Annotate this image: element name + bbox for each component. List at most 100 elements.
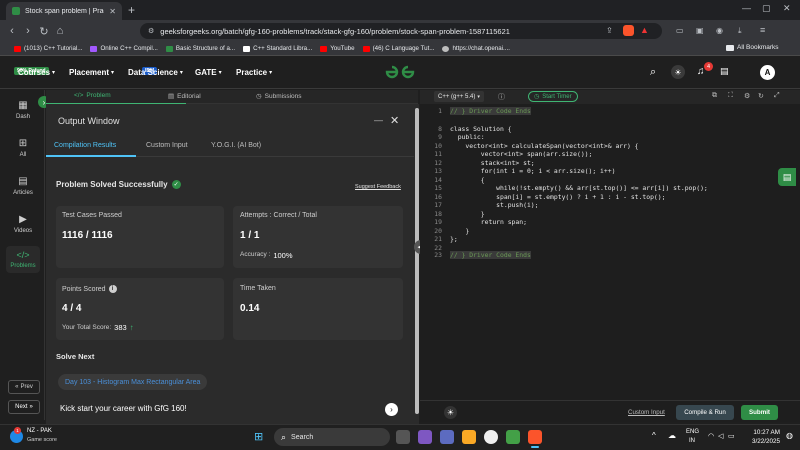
submit-button[interactable]: Submit <box>741 405 778 420</box>
language-indicator[interactable]: ENG <box>686 429 699 435</box>
nav-gate[interactable]: GATE ▾ <box>195 68 222 77</box>
tab-problem[interactable]: </> Problem <box>74 92 111 99</box>
arrow-up-icon: ↑ <box>129 323 134 332</box>
reset-icon[interactable]: ↻ <box>758 92 764 100</box>
bookmark-item[interactable]: Online C++ Compil... <box>90 45 158 52</box>
menu-icon[interactable]: ≡ <box>760 25 765 35</box>
tab-submissions[interactable]: ◷ Submissions <box>256 92 302 101</box>
bookmark-item[interactable]: YouTube <box>320 45 355 52</box>
code-line[interactable]: 11 vector<int> span(arr.size()); <box>426 150 592 159</box>
brave-shield-icon[interactable] <box>623 25 634 36</box>
language-select[interactable]: C++ (g++ 5.4) ▾ <box>434 91 484 102</box>
close-icon[interactable]: ✕ <box>109 7 116 16</box>
copy-icon[interactable]: ⧉ <box>712 92 717 100</box>
code-line[interactable]: 13 for(int i = 0; i < arr.size(); i++) <box>426 167 615 176</box>
browser-tab[interactable]: Stock span problem | Practice | ✕ <box>6 2 122 20</box>
chevron-right-icon[interactable]: › <box>385 403 398 416</box>
sidebar-item-articles[interactable]: ▤ Articles <box>6 176 40 196</box>
code-line[interactable]: 17 st.push(i); <box>426 201 538 210</box>
teams-icon[interactable] <box>440 430 454 444</box>
expand-icon[interactable]: ⤢ <box>774 92 780 100</box>
suggest-feedback-link[interactable]: Suggest Feedback <box>355 184 401 190</box>
fullscreen-icon[interactable]: ⛶ <box>728 92 733 100</box>
notification-bell-icon[interactable]: ◍ <box>786 431 793 440</box>
task-view-icon[interactable] <box>396 430 410 444</box>
tab-yogi-ai-bot[interactable]: Y.O.G.I. (AI Bot) <box>211 142 261 149</box>
compile-run-button[interactable]: Compile & Run <box>676 405 734 420</box>
code-line[interactable]: 23 // } Driver Code Ends <box>426 251 531 260</box>
avatar[interactable]: A <box>760 65 775 80</box>
chat-icon[interactable]: ▤ <box>778 168 796 186</box>
close-icon[interactable]: ✕ <box>390 114 399 127</box>
bookmark-item[interactable]: Basic Structure of a... <box>165 45 235 52</box>
home-icon[interactable]: ⌂ <box>52 25 68 37</box>
clock-time[interactable]: 10:27 AM <box>748 429 780 436</box>
vpn-icon[interactable]: ◉ <box>716 26 723 35</box>
nav-data-science[interactable]: Data Science ▾ <box>128 68 183 77</box>
sidebar-toggle-icon[interactable]: ▭ <box>676 26 684 35</box>
copilot-icon[interactable] <box>418 430 432 444</box>
gfg-logo-icon[interactable] <box>384 64 416 80</box>
nav-placement[interactable]: Placement ▾ <box>69 68 114 77</box>
sidebar-item-dash[interactable]: ▦ Dash <box>6 100 40 120</box>
next-button[interactable]: Next» <box>8 400 40 414</box>
volume-icon[interactable]: ◁ <box>718 432 723 440</box>
code-line[interactable]: 21}; <box>426 235 457 244</box>
code-line[interactable]: 19 return span; <box>426 218 527 227</box>
info-icon[interactable]: ⓘ <box>498 92 505 102</box>
code-line[interactable]: 1 // } Driver Code Ends <box>426 107 531 116</box>
brave-rewards-icon[interactable]: ▲ <box>640 25 649 35</box>
bookmark-item[interactable]: C++ Standard Libra... <box>243 45 312 52</box>
back-icon[interactable]: ‹ <box>4 25 20 37</box>
url-bar[interactable]: ⚙ geeksforgeeks.org/batch/gfg-160-proble… <box>140 23 662 39</box>
forward-icon[interactable]: › <box>20 25 36 37</box>
tab-editorial[interactable]: ▤ Editorial <box>168 92 201 101</box>
reload-icon[interactable]: ↻ <box>36 25 52 38</box>
github-icon[interactable] <box>484 430 498 444</box>
tab-custom-input[interactable]: Custom Input <box>146 142 188 149</box>
theme-toggle-icon[interactable]: ☀ <box>671 65 685 79</box>
sidebar-item-videos[interactable]: ▶ Videos <box>6 214 40 234</box>
settings-icon[interactable]: ⚙ <box>744 92 750 100</box>
sidebar-item-all[interactable]: ⊞ All <box>6 138 40 158</box>
windows-start-icon[interactable]: ⊞ <box>254 430 263 443</box>
battery-icon[interactable]: ▭ <box>728 432 735 440</box>
code-line[interactable]: 9 public: <box>426 133 485 142</box>
tab-compilation-results[interactable]: Compilation Results <box>54 142 116 149</box>
download-icon[interactable]: ⤓ <box>738 26 742 36</box>
info-icon[interactable]: i <box>108 285 117 293</box>
custom-input-link[interactable]: Custom Input <box>628 409 665 416</box>
nav-practice[interactable]: Practice ▾ <box>236 68 272 77</box>
cloud-icon[interactable]: ☁ <box>668 431 676 440</box>
bookmark-item[interactable]: https://chat.openai.... <box>442 45 510 52</box>
chevron-up-icon[interactable]: ^ <box>652 431 656 440</box>
site-info-icon[interactable]: ⚙ <box>148 27 154 35</box>
taskbar-search[interactable]: ⌕ Search <box>274 428 390 446</box>
code-line[interactable]: 15 while(!st.empty() && arr[st.top()] <=… <box>426 184 708 193</box>
nav-courses[interactable]: Courses ▾ <box>18 68 55 77</box>
maximize-icon[interactable]: ▢ <box>762 3 771 14</box>
scrollbar-thumb[interactable] <box>415 108 419 414</box>
bookmark-item[interactable]: (1013) C++ Tutorial... <box>14 45 82 52</box>
next-problem-chip[interactable]: Day 103 - Histogram Max Rectangular Area <box>58 374 208 390</box>
chevron-down-icon: ▾ <box>218 70 222 76</box>
wifi-icon[interactable]: ◠ <box>708 432 714 440</box>
code-text: // } Driver Code Ends <box>450 251 531 259</box>
search-icon[interactable]: ⌕ <box>650 66 656 79</box>
share-icon[interactable]: ⇪ <box>606 26 613 35</box>
prev-button[interactable]: «Prev <box>8 380 40 394</box>
all-bookmarks-button[interactable]: All Bookmarks <box>726 44 779 51</box>
wallet-icon[interactable]: ▣ <box>696 26 704 35</box>
new-tab-button[interactable]: + <box>128 3 135 17</box>
sidebar-item-problems[interactable]: </> Problems <box>6 246 40 273</box>
window-close-icon[interactable]: ✕ <box>783 3 791 14</box>
theme-icon[interactable]: ☀ <box>444 406 457 419</box>
minimize-panel-icon[interactable]: — <box>374 115 383 125</box>
file-explorer-icon[interactable] <box>462 430 476 444</box>
minimize-icon[interactable]: — <box>742 3 751 13</box>
start-timer-button[interactable]: ◷ Start Timer <box>528 91 578 102</box>
brave-browser-icon[interactable] <box>528 430 542 444</box>
bookmark-item[interactable]: (46) C Language Tut... <box>362 45 434 52</box>
lang-switch-icon[interactable]: ▤ <box>720 66 729 77</box>
store-icon[interactable] <box>506 430 520 444</box>
